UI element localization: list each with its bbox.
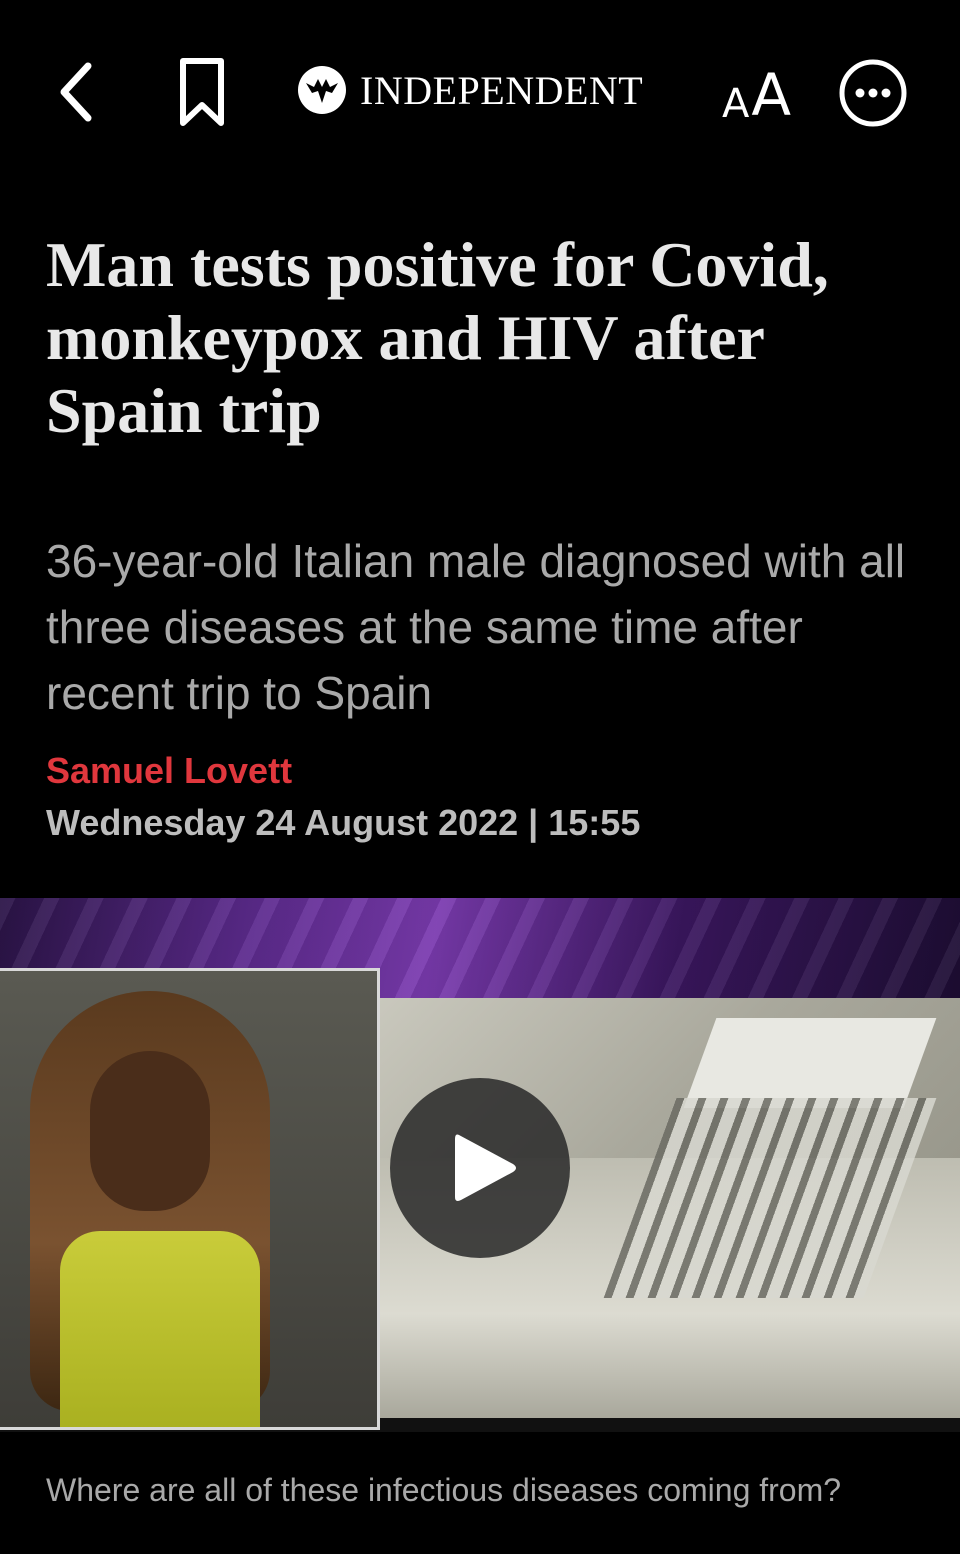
article-dateline: Wednesday 24 August 2022 | 15:55 — [46, 802, 641, 843]
back-button[interactable] — [44, 56, 108, 128]
text-size-large-glyph: A — [751, 61, 792, 129]
chevron-left-icon — [60, 62, 92, 122]
publication-logo: INDEPENDENT — [298, 58, 643, 122]
article-headline: Man tests positive for Covid, monkeypox … — [46, 229, 829, 446]
lab-box — [683, 1018, 937, 1108]
author-link[interactable]: Samuel Lovett — [46, 750, 292, 792]
article-standfirst: 36-year-old Italian male diagnosed with … — [46, 535, 906, 719]
logo-text: INDEPENDENT — [360, 67, 644, 113]
more-button[interactable] — [838, 58, 908, 128]
top-bar: INDEPENDENT A A — [0, 0, 960, 180]
more-icon — [839, 59, 907, 127]
video-player[interactable] — [0, 898, 960, 1432]
text-size-small-glyph: A — [722, 81, 750, 127]
bookmark-button[interactable] — [170, 52, 234, 132]
eagle-logo-icon — [298, 66, 346, 114]
presenter-face — [90, 1051, 210, 1211]
video-caption: Where are all of these infectious diseas… — [46, 1472, 842, 1508]
play-icon — [455, 1134, 516, 1201]
presenter-shirt — [60, 1231, 260, 1427]
bookmark-icon — [180, 58, 224, 126]
text-size-button[interactable]: A A — [722, 56, 791, 128]
play-button[interactable] — [390, 1078, 570, 1258]
video-presenter-inset — [0, 968, 380, 1430]
